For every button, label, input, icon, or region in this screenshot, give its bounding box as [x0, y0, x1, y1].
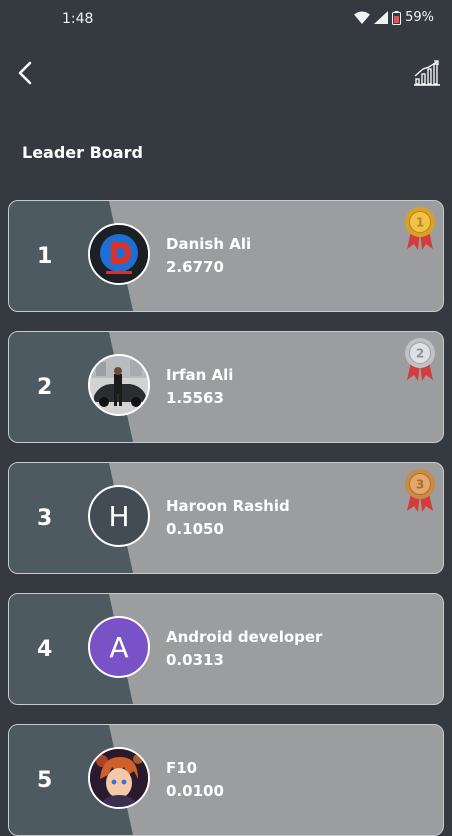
player-score: 0.0313 — [166, 651, 224, 669]
avatar-initial: A — [109, 630, 129, 664]
wifi-icon — [354, 11, 371, 24]
chevron-left-icon — [16, 60, 34, 90]
avatar: A — [88, 616, 150, 678]
player-score: 0.0100 — [166, 782, 224, 800]
player-name: Android developer — [166, 628, 323, 646]
medal-label: 1 — [416, 216, 424, 230]
rank-number: 2 — [37, 375, 53, 400]
bar-chart-icon — [413, 60, 441, 90]
rank-number: 5 — [37, 768, 53, 793]
gold-medal-icon: 1 — [405, 207, 435, 250]
back-button[interactable] — [8, 58, 42, 92]
medal-label: 2 — [416, 347, 424, 361]
player-name: Haroon Rashid — [166, 497, 290, 515]
battery-icon — [392, 10, 402, 25]
bronze-medal-icon: 3 — [405, 469, 435, 512]
avatar — [88, 354, 150, 416]
leaderboard-row[interactable]: 1 Danish Ali 2.6770 1 — [8, 200, 444, 312]
avatar-initial: H — [108, 499, 130, 533]
status-bar: 1:48 59% — [0, 0, 452, 40]
leaderboard-row[interactable]: 5 F10 0.0100 — [8, 724, 444, 836]
status-time: 1:48 — [62, 11, 94, 27]
leaderboard-row[interactable]: 4 A Android developer 0.0313 — [8, 593, 444, 705]
player-score: 0.1050 — [166, 520, 224, 538]
status-icons: 59% — [354, 10, 434, 25]
leaderboard-row[interactable]: 2 Irfan Ali 1.5563 2 — [8, 331, 444, 443]
player-name: Danish Ali — [166, 235, 252, 253]
avatar-anime-icon — [90, 749, 148, 807]
avatar-logo-icon — [90, 225, 148, 283]
silver-medal-icon: 2 — [405, 338, 435, 381]
leaderboard-row[interactable]: 3 H Haroon Rashid 0.1050 3 — [8, 462, 444, 574]
avatar — [88, 223, 150, 285]
player-name: Irfan Ali — [166, 366, 234, 384]
avatar-photo-icon — [90, 356, 148, 414]
rank-number: 4 — [37, 637, 53, 662]
avatar — [88, 747, 150, 809]
battery-percent: 59% — [405, 10, 434, 25]
stats-button[interactable] — [410, 58, 444, 92]
rank-number: 1 — [37, 244, 53, 269]
player-name: F10 — [166, 759, 198, 777]
player-score: 2.6770 — [166, 258, 224, 276]
page-title: Leader Board — [22, 143, 143, 162]
player-score: 1.5563 — [166, 389, 224, 407]
avatar: H — [88, 485, 150, 547]
medal-label: 3 — [416, 478, 424, 492]
rank-number: 3 — [37, 506, 53, 531]
signal-icon — [374, 11, 389, 24]
